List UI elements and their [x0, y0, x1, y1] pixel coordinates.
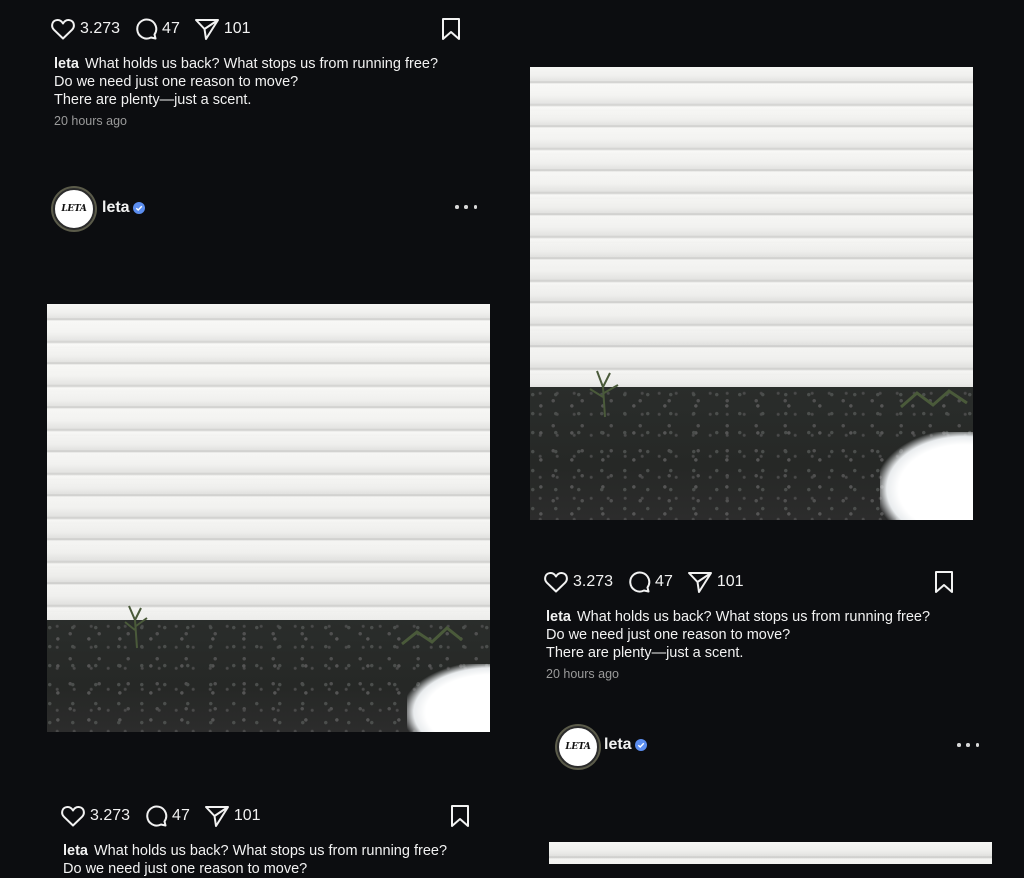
post-timestamp: 20 hours ago [546, 667, 619, 681]
like-count: 3.273 [573, 573, 614, 590]
heart-icon [544, 572, 568, 593]
verified-badge-icon [133, 202, 145, 214]
comment-button[interactable]: 47 [144, 804, 190, 828]
post-image[interactable] [530, 67, 973, 520]
image-snow [880, 432, 973, 520]
caption-line: There are plenty—just a scent. [54, 92, 252, 108]
caption-line: What holds us back? What stops us from r… [577, 609, 931, 625]
like-count: 3.273 [80, 20, 121, 37]
like-button[interactable]: 3.273 [543, 570, 613, 594]
caption-line: Do we need just one reason to move? [63, 861, 308, 877]
comment-count: 47 [162, 20, 180, 37]
post-caption: leta What holds us back? What stops us fr… [63, 842, 447, 878]
image-snow [407, 664, 490, 732]
post-username[interactable]: leta [102, 199, 130, 217]
comment-icon [136, 18, 158, 40]
avatar-logo-text: LETA [565, 742, 591, 752]
image-weed [124, 605, 148, 649]
bookmark-icon[interactable] [450, 804, 470, 828]
caption-username[interactable]: leta [63, 843, 88, 859]
image-siding [530, 67, 973, 389]
post-username[interactable]: leta [604, 736, 632, 754]
post-actions: 3.273 47 101 [543, 568, 758, 596]
avatar[interactable]: LETA [557, 726, 599, 768]
share-button[interactable]: 101 [204, 804, 261, 828]
like-count: 3.273 [90, 807, 131, 824]
share-button[interactable]: 101 [687, 570, 744, 594]
like-button[interactable]: 3.273 [60, 804, 130, 828]
image-siding [549, 842, 992, 864]
post-actions: 3.273 47 101 [50, 15, 265, 43]
verified-badge-icon [635, 739, 647, 751]
heart-icon [51, 19, 75, 40]
bookmark-icon[interactable] [934, 570, 954, 594]
avatar-logo-text: LETA [61, 204, 87, 214]
heart-icon [61, 806, 85, 827]
more-options-icon[interactable] [455, 203, 477, 211]
bookmark-icon[interactable] [441, 17, 461, 41]
share-count: 101 [223, 20, 251, 37]
like-button[interactable]: 3.273 [50, 17, 120, 41]
post-actions: 3.273 47 101 [60, 802, 275, 830]
share-button[interactable]: 101 [194, 17, 251, 41]
image-weed [589, 370, 619, 418]
send-icon [687, 572, 712, 593]
image-weed [900, 389, 968, 409]
comment-button[interactable]: 47 [627, 570, 673, 594]
comment-count: 47 [655, 573, 673, 590]
post-image[interactable] [549, 842, 992, 864]
caption-line: Do we need just one reason to move? [546, 627, 791, 643]
caption-line: What holds us back? What stops us from r… [85, 56, 439, 72]
avatar[interactable]: LETA [53, 188, 95, 230]
image-siding [47, 304, 490, 622]
comment-icon [146, 805, 168, 827]
comment-count: 47 [172, 807, 190, 824]
caption-line: What holds us back? What stops us from r… [94, 843, 448, 859]
image-weed [401, 626, 463, 646]
share-count: 101 [233, 807, 261, 824]
send-icon [204, 806, 229, 827]
caption-username[interactable]: leta [54, 56, 79, 72]
post-caption: leta What holds us back? What stops us fr… [546, 608, 930, 662]
comment-icon [629, 571, 651, 593]
post-caption: leta What holds us back? What stops us fr… [54, 55, 438, 109]
caption-line: There are plenty—just a scent. [546, 645, 744, 661]
caption-username[interactable]: leta [546, 609, 571, 625]
share-count: 101 [716, 573, 744, 590]
more-options-icon[interactable] [957, 741, 979, 749]
post-timestamp: 20 hours ago [54, 114, 127, 128]
caption-line: Do we need just one reason to move? [54, 74, 299, 90]
post-image[interactable] [47, 304, 490, 732]
comment-button[interactable]: 47 [134, 17, 180, 41]
send-icon [194, 19, 219, 40]
